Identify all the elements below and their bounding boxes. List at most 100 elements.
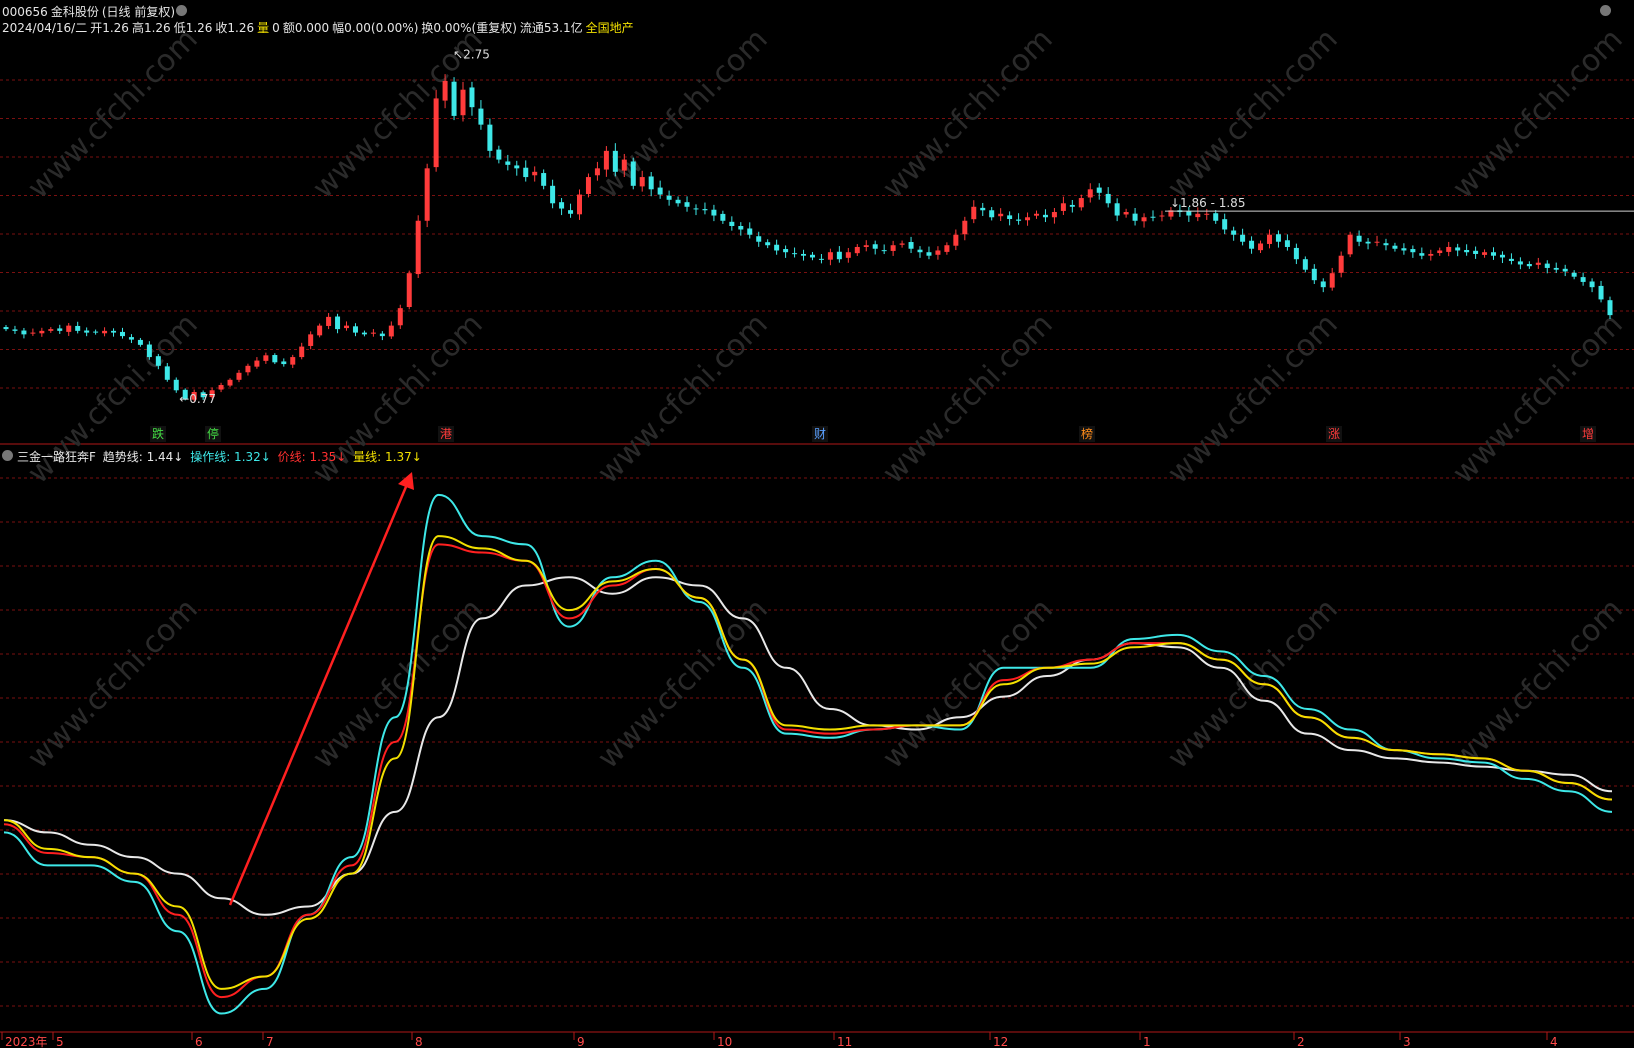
candle-body [836, 251, 842, 260]
candle-body [612, 150, 618, 172]
candle-body [801, 253, 807, 256]
candle-body [415, 220, 421, 275]
window-toggle-icon[interactable] [1600, 5, 1611, 16]
candle-body [379, 333, 385, 337]
candle-body [48, 329, 54, 331]
candle-body [66, 325, 72, 332]
candle-body [111, 330, 117, 333]
candle-body [550, 185, 556, 204]
event-marker: 跌 [152, 426, 164, 441]
candle-body [344, 325, 350, 329]
watermark: www.cfchi.com [591, 307, 775, 491]
watermark: www.cfchi.com [591, 22, 775, 206]
turnover: 换0.00%(重复权) [421, 21, 517, 35]
candle-body [1204, 213, 1210, 215]
candle-body [3, 327, 9, 330]
stock-name[interactable]: 金科股份 [51, 5, 99, 19]
watermark: www.cfchi.com [1446, 592, 1630, 776]
volume-value: 0 [272, 21, 280, 35]
candle-body [998, 213, 1004, 217]
x-tick-label: 2023年 [5, 1035, 48, 1048]
candle-body [1141, 217, 1147, 222]
candle-body [433, 98, 439, 168]
date: 2024/04/16/二 [2, 21, 88, 35]
candle-body [1249, 240, 1255, 249]
candle-body [1320, 281, 1326, 288]
candle-body [1419, 253, 1425, 256]
event-marker: 停 [207, 426, 219, 441]
event-marker: 港 [440, 427, 452, 441]
candle-body [1383, 243, 1389, 246]
candle-body [827, 252, 833, 260]
candle-body [1374, 241, 1380, 243]
candle-body [406, 273, 412, 308]
candle-body [657, 187, 663, 195]
x-tick-label: 5 [56, 1035, 64, 1048]
trend-line [3, 576, 1613, 916]
event-marker: 增 [1582, 427, 1594, 441]
candle-body [75, 325, 81, 331]
candle-body [39, 330, 45, 334]
candle-body [980, 207, 986, 211]
candle-body [765, 242, 771, 246]
candle-body [370, 332, 376, 334]
candle-body [1096, 187, 1102, 193]
close-price: 收1.26 [215, 21, 255, 35]
watermark: www.cfchi.com [21, 22, 205, 206]
x-tick-label: 1 [1143, 1035, 1151, 1048]
watermark: www.cfchi.com [1446, 22, 1630, 206]
x-tick-label: 2 [1297, 1035, 1305, 1048]
candle-body [630, 161, 636, 186]
sector-link[interactable]: 全国地产 [586, 21, 634, 35]
candle-body [702, 209, 708, 211]
candle-body [1356, 235, 1362, 242]
candle-body [854, 246, 860, 254]
candle-body [1051, 212, 1057, 218]
candle-body [326, 316, 332, 326]
candle-body [1284, 240, 1290, 247]
candle-body [684, 202, 690, 207]
candle-body [12, 329, 18, 331]
x-tick-label: 12 [993, 1035, 1008, 1048]
candle-body [756, 236, 762, 242]
candle-body [693, 208, 699, 210]
candle-body [568, 210, 574, 214]
candle-body [1338, 255, 1344, 273]
candle-body [899, 243, 905, 245]
candle-body [1464, 249, 1470, 253]
volume-line [3, 535, 1613, 990]
candle-body [1455, 247, 1461, 251]
candle-body [1195, 213, 1201, 218]
candle-body [1607, 300, 1613, 316]
candle-body [128, 337, 134, 340]
candle-body [532, 171, 538, 176]
candle-body [137, 339, 143, 345]
candle-body [1132, 213, 1138, 221]
indicator-menu-icon[interactable] [2, 450, 13, 461]
indicator-name[interactable]: 三金一路狂奔F [17, 450, 96, 464]
candle-body [21, 330, 27, 335]
candle-body [935, 250, 941, 255]
candle-body [1526, 264, 1532, 267]
candle-body [1213, 213, 1219, 221]
candle-body [559, 202, 565, 209]
candle-body [711, 209, 717, 216]
candle-body [352, 326, 358, 333]
candle-body [57, 328, 63, 331]
period-label: (日线 前复权) [101, 5, 176, 19]
chevron-down-icon[interactable] [176, 5, 187, 16]
watermark: www.cfchi.com [1161, 22, 1345, 206]
stock-code: 000656 [2, 5, 48, 19]
candle-body [514, 165, 520, 169]
candle-body [1535, 262, 1541, 265]
candle-body [1007, 215, 1013, 220]
float-cap: 流通53.1亿 [519, 21, 583, 35]
high-price-label: ↖2.75 [453, 48, 490, 62]
high-price: 高1.26 [131, 21, 171, 35]
candle-body [1491, 252, 1497, 256]
chart-canvas: www.cfchi.com www.cfchi.com www.cfchi.com w… [0, 22, 1634, 1048]
price-line [3, 543, 1613, 999]
candle-body [863, 245, 869, 247]
x-tick-label: 9 [577, 1035, 585, 1048]
candle-body [335, 316, 341, 330]
